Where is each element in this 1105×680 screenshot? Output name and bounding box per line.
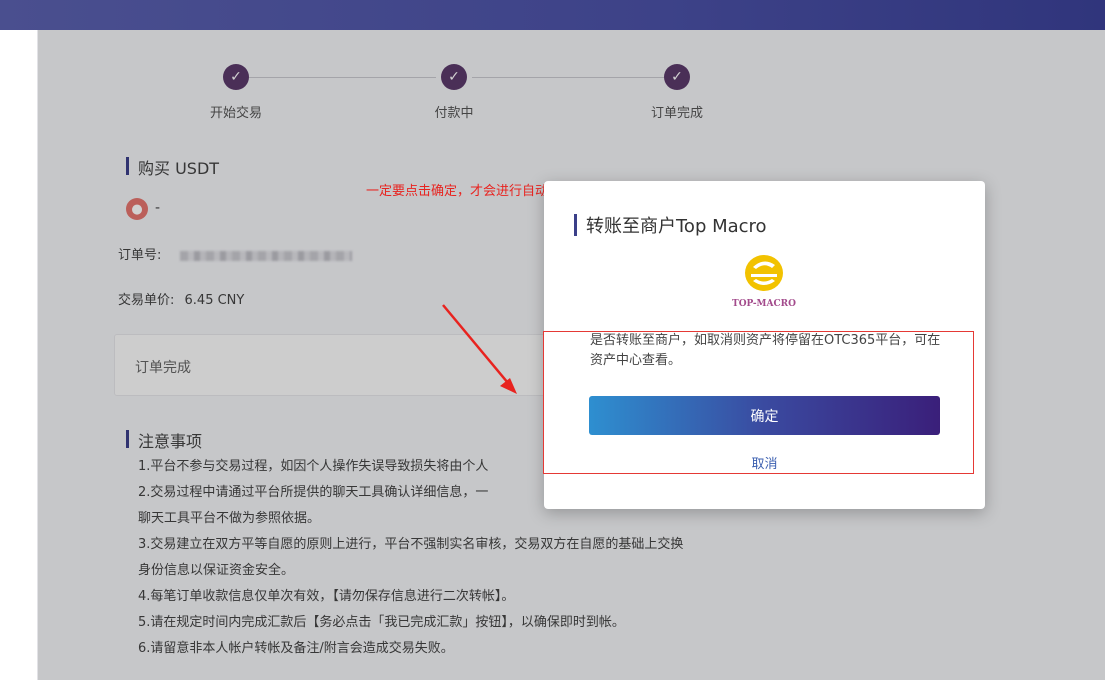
red-annotation-text: 一定要点击确定，才会进行自动回调 (366, 184, 575, 199)
modal-title: 转账至商户Top Macro (574, 212, 767, 238)
red-highlight-box (543, 331, 974, 474)
logo-mark-icon (745, 255, 783, 291)
top-header-bar (0, 0, 1105, 30)
app-frame: ✓ 开始交易 ✓ 付款中 ✓ 订单完成 购买 USDT ● - 订单号: 交易单… (0, 0, 1105, 680)
logo-text: TOP-MACRO (732, 299, 796, 309)
top-macro-logo: TOP-MACRO (714, 253, 814, 313)
